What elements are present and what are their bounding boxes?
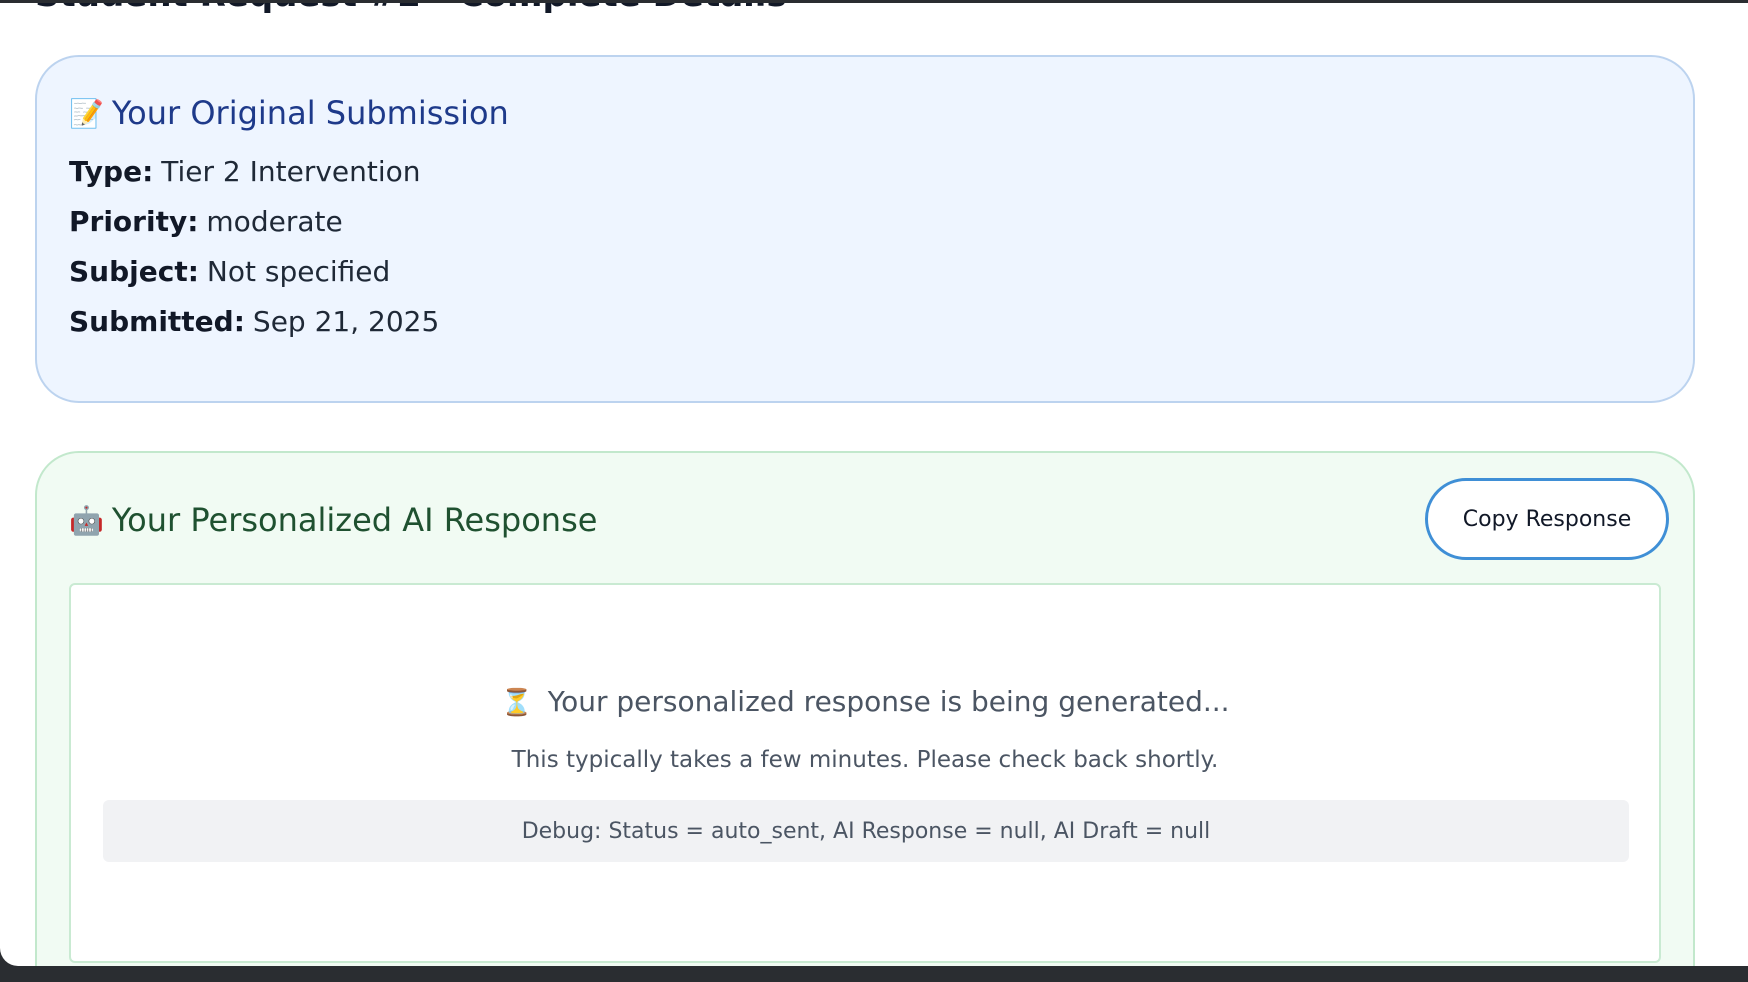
response-title-text: Your Personalized AI Response [111, 501, 598, 539]
field-type-label: Type: [69, 155, 154, 188]
memo-icon: 📝 [69, 96, 104, 130]
copy-response-button[interactable]: Copy Response [1425, 478, 1669, 560]
response-title: 🤖 Your Personalized AI Response [69, 501, 597, 539]
robot-icon: 🤖 [69, 503, 104, 537]
modal-scroll-area[interactable]: Student Request #2 - Complete Details 📝 … [0, 3, 1748, 966]
field-subject: Subject: Not specified [69, 255, 390, 288]
field-subject-value: Not specified [206, 255, 391, 288]
page-title: Student Request #2 - Complete Details [35, 3, 787, 15]
field-submitted-label: Submitted: [69, 305, 245, 338]
field-priority-label: Priority: [69, 205, 199, 238]
field-submitted-value: Sep 21, 2025 [252, 305, 440, 338]
response-content-box: ⏳ Your personalized response is being ge… [69, 583, 1661, 963]
field-priority: Priority: moderate [69, 205, 343, 238]
field-type-value: Tier 2 Intervention [161, 155, 421, 188]
pending-message-text: Your personalized response is being gene… [547, 685, 1230, 718]
field-type: Type: Tier 2 Intervention [69, 155, 421, 188]
hourglass-icon: ⏳ [500, 688, 533, 718]
debug-text: Debug: Status = auto_sent, AI Response =… [521, 818, 1211, 844]
field-submitted: Submitted: Sep 21, 2025 [69, 305, 439, 338]
pending-message: ⏳ Your personalized response is being ge… [71, 685, 1659, 718]
pending-subtext: This typically takes a few minutes. Plea… [511, 747, 1219, 773]
field-priority-value: moderate [206, 205, 343, 238]
field-subject-label: Subject: [69, 255, 199, 288]
debug-status-bar: Debug: Status = auto_sent, AI Response =… [103, 800, 1629, 862]
submission-title-text: Your Original Submission [111, 94, 509, 132]
request-details-modal: Student Request #2 - Complete Details 📝 … [0, 3, 1748, 966]
ai-response-card: 🤖 Your Personalized AI Response Copy Res… [35, 451, 1695, 966]
original-submission-card: 📝 Your Original Submission Type: Tier 2 I… [35, 55, 1695, 403]
submission-title: 📝 Your Original Submission [69, 94, 509, 132]
